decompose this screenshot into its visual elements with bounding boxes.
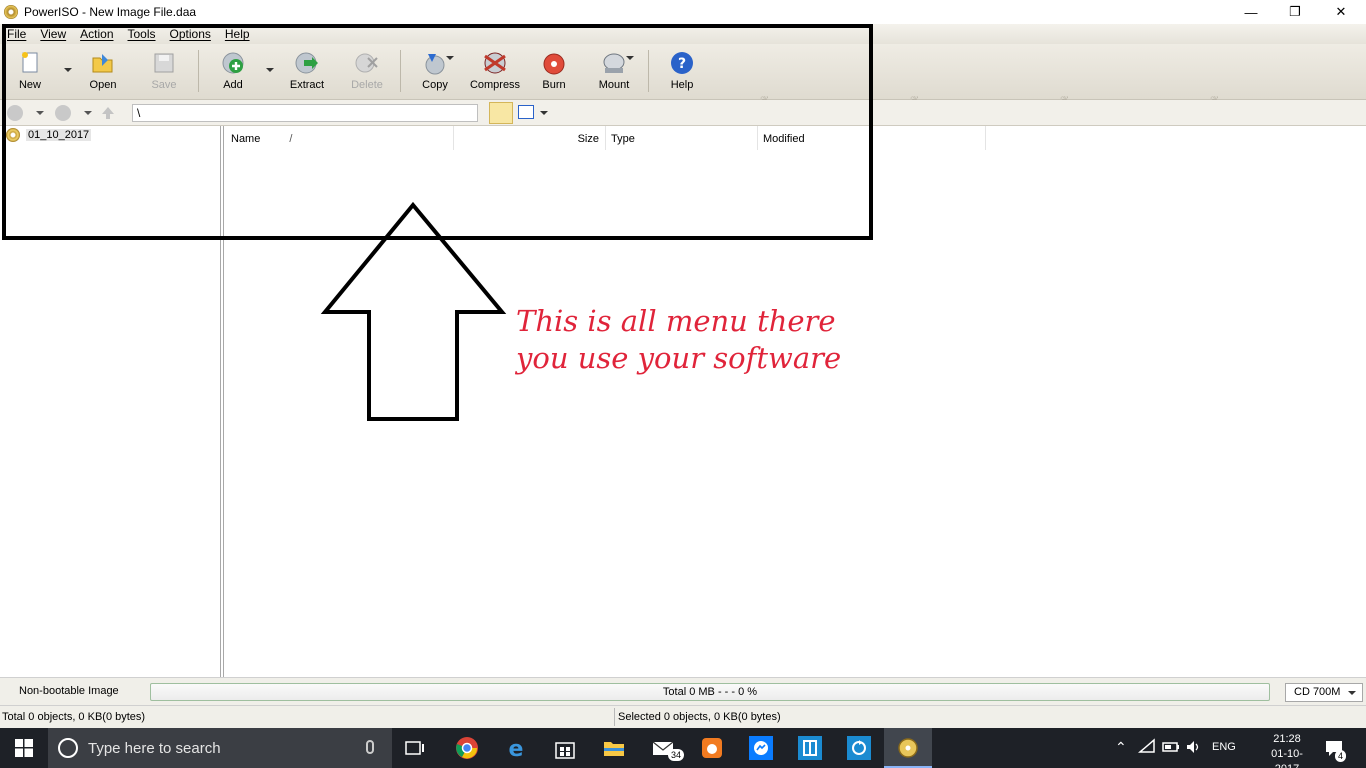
svg-text:e: e xyxy=(509,737,524,760)
capacity-select-value: CD 700M xyxy=(1294,686,1341,698)
clock-time: 21:28 xyxy=(1273,733,1301,745)
messenger-icon[interactable] xyxy=(749,736,773,760)
mail-badge: 34 xyxy=(668,749,685,761)
battery-icon[interactable] xyxy=(1162,738,1180,756)
language-indicator[interactable]: ENG xyxy=(1212,741,1236,753)
annotation-text: This is all menu there you use your soft… xyxy=(516,304,842,375)
windows-icon xyxy=(15,739,33,757)
search-placeholder: Type here to search xyxy=(88,740,221,757)
poweriso-taskbar-icon[interactable] xyxy=(896,736,920,760)
objects-selected: Selected 0 objects, 0 KB(0 bytes) xyxy=(618,711,781,723)
notification-badge: 4 xyxy=(1335,750,1347,762)
status-bar: Non-bootable Image Total 0 MB - - - 0 % … xyxy=(0,677,1366,705)
capacity-progress-text: Total 0 MB - - - 0 % xyxy=(662,686,758,698)
search-icon xyxy=(58,738,78,758)
object-status-bar: Total 0 objects, 0 KB(0 bytes) Selected … xyxy=(0,705,1366,728)
objects-total: Total 0 objects, 0 KB(0 bytes) xyxy=(2,711,146,723)
start-button[interactable] xyxy=(0,728,48,768)
task-view-icon[interactable] xyxy=(403,736,427,760)
explorer-icon[interactable] xyxy=(602,736,626,760)
status-divider xyxy=(614,708,615,726)
capacity-progress-bar: Total 0 MB - - - 0 % xyxy=(150,683,1270,701)
chrome-icon[interactable] xyxy=(455,736,479,760)
clock-date: 01-10-2017 xyxy=(1271,748,1303,768)
wifi-icon[interactable] xyxy=(1138,738,1156,756)
volume-icon[interactable] xyxy=(1185,738,1203,756)
mic-icon[interactable] xyxy=(366,740,374,754)
recycle-icon[interactable] xyxy=(847,736,871,760)
taskbar: Type here to search e 34 ⌃ ENG 21:28 01-… xyxy=(0,728,1366,768)
taskbar-search[interactable]: Type here to search xyxy=(48,728,392,768)
boot-status: Non-bootable Image xyxy=(19,685,119,697)
edge-icon[interactable]: e xyxy=(504,736,528,760)
uc-browser-icon[interactable] xyxy=(700,736,724,760)
clock[interactable]: 21:28 01-10-2017 xyxy=(1262,732,1312,768)
capacity-select[interactable]: CD 700M xyxy=(1285,683,1363,702)
store-icon[interactable] xyxy=(553,736,577,760)
annotation-up-arrow xyxy=(320,201,507,421)
chevron-up-icon[interactable]: ⌃ xyxy=(1115,739,1127,756)
notepad-icon[interactable] xyxy=(798,736,822,760)
chevron-down-icon xyxy=(1348,691,1356,695)
